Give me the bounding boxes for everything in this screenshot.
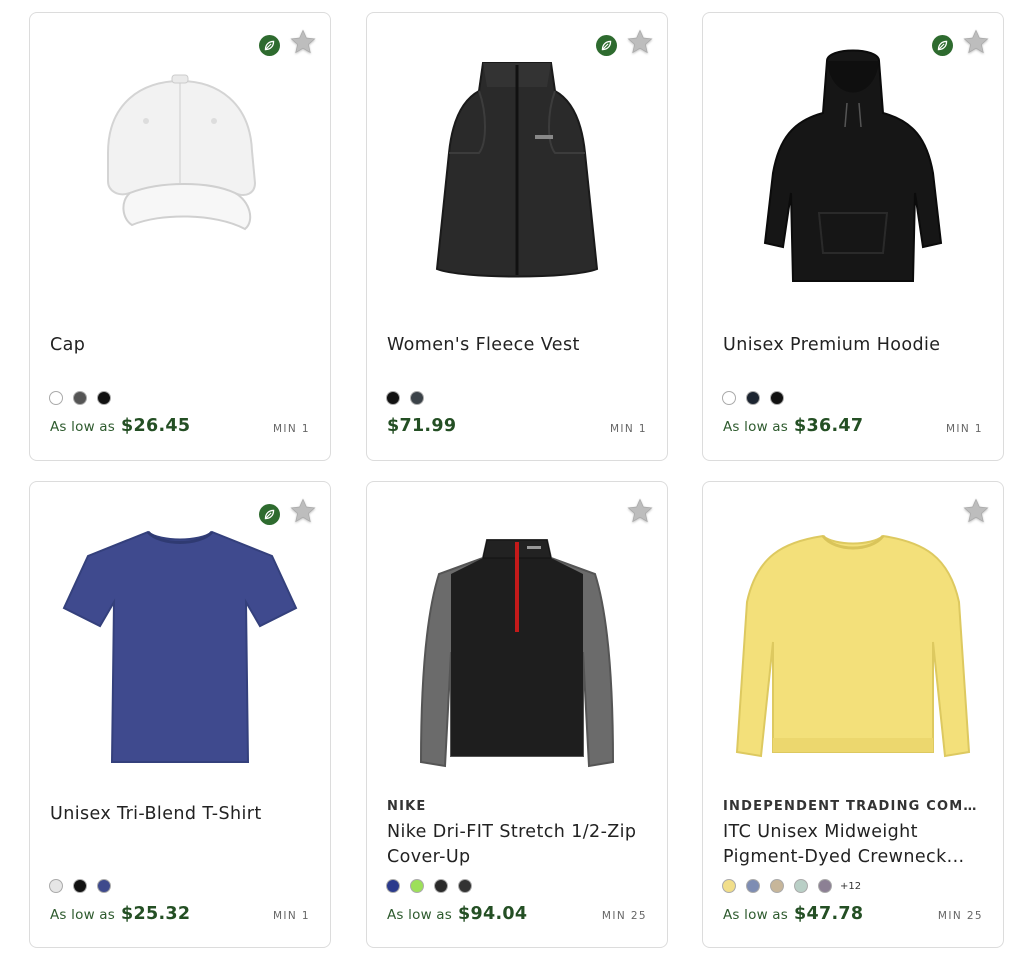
product-image[interactable] — [703, 507, 1003, 777]
product-card-fleece-vest[interactable]: Women's Fleece Vest $71.99 MIN 1 — [366, 12, 668, 461]
min-quantity: MIN 1 — [945, 423, 983, 435]
color-swatches — [722, 391, 784, 405]
price-prefix: As low as — [50, 907, 116, 923]
price-prefix: As low as — [387, 907, 453, 923]
product-name[interactable]: Cap — [50, 333, 312, 358]
product-brand: NIKE — [387, 799, 427, 814]
color-swatch[interactable] — [722, 391, 736, 405]
color-swatch[interactable] — [770, 879, 784, 893]
price-line: As low as $47.78 — [723, 904, 863, 924]
color-swatches — [386, 391, 424, 405]
price-line: $71.99 — [387, 416, 456, 436]
price: $36.47 — [794, 416, 864, 436]
min-quantity: MIN 1 — [609, 423, 647, 435]
min-quantity: MIN 25 — [937, 910, 983, 922]
color-swatch[interactable] — [818, 879, 832, 893]
product-image[interactable] — [703, 38, 1003, 308]
color-swatch[interactable] — [722, 879, 736, 893]
product-card-triblend-tshirt[interactable]: Unisex Tri-Blend T-Shirt As low as $25.3… — [29, 481, 331, 948]
color-swatch[interactable] — [434, 879, 448, 893]
color-swatch[interactable] — [386, 879, 400, 893]
product-name[interactable]: Unisex Tri-Blend T-Shirt — [50, 802, 312, 827]
color-swatch[interactable] — [73, 879, 87, 893]
price-line: As low as $25.32 — [50, 904, 190, 924]
color-swatch[interactable] — [410, 391, 424, 405]
color-swatches — [49, 879, 111, 893]
price: $71.99 — [387, 416, 457, 436]
color-swatch[interactable] — [458, 879, 472, 893]
price-line: As low as $94.04 — [387, 904, 527, 924]
min-quantity: MIN 1 — [272, 910, 310, 922]
color-swatch[interactable] — [410, 879, 424, 893]
product-brand: INDEPENDENT TRADING COMP... — [723, 799, 983, 814]
color-swatches: +12 — [722, 879, 861, 893]
price-line: As low as $36.47 — [723, 416, 863, 436]
price-prefix: As low as — [723, 419, 789, 435]
color-swatches — [386, 879, 472, 893]
price-prefix: As low as — [50, 419, 116, 435]
price-prefix: As low as — [723, 907, 789, 923]
product-card-itc-crewneck[interactable]: INDEPENDENT TRADING COMP... ITC Unisex M… — [702, 481, 1004, 948]
color-swatch[interactable] — [49, 391, 63, 405]
min-quantity: MIN 1 — [272, 423, 310, 435]
product-image[interactable] — [367, 507, 667, 777]
product-name[interactable]: Nike Dri-FIT Stretch 1/2-Zip Cover-Up — [387, 820, 649, 870]
product-image[interactable] — [367, 38, 667, 308]
price-line: As low as $26.45 — [50, 416, 190, 436]
color-swatch[interactable] — [73, 391, 87, 405]
color-swatch[interactable] — [386, 391, 400, 405]
color-swatch[interactable] — [794, 879, 808, 893]
min-quantity: MIN 25 — [601, 910, 647, 922]
product-grid: Cap As low as $26.45 MIN 1 Women's Fleec… — [0, 0, 1024, 957]
price: $25.32 — [121, 904, 191, 924]
color-swatches — [49, 391, 111, 405]
price: $47.78 — [794, 904, 864, 924]
color-swatch[interactable] — [770, 391, 784, 405]
color-swatch[interactable] — [97, 879, 111, 893]
product-name[interactable]: ITC Unisex Midweight Pigment-Dyed Crewne… — [723, 820, 985, 870]
product-card-cap[interactable]: Cap As low as $26.45 MIN 1 — [29, 12, 331, 461]
product-name[interactable]: Unisex Premium Hoodie — [723, 333, 985, 358]
product-image[interactable] — [30, 507, 330, 777]
product-name[interactable]: Women's Fleece Vest — [387, 333, 649, 358]
color-swatch[interactable] — [746, 391, 760, 405]
more-colors-count[interactable]: +12 — [840, 881, 861, 892]
color-swatch[interactable] — [49, 879, 63, 893]
color-swatch[interactable] — [97, 391, 111, 405]
price: $94.04 — [458, 904, 528, 924]
color-swatch[interactable] — [746, 879, 760, 893]
price: $26.45 — [121, 416, 191, 436]
product-card-premium-hoodie[interactable]: Unisex Premium Hoodie As low as $36.47 M… — [702, 12, 1004, 461]
product-image[interactable] — [30, 38, 330, 308]
product-card-nike-half-zip[interactable]: NIKE Nike Dri-FIT Stretch 1/2-Zip Cover-… — [366, 481, 668, 948]
